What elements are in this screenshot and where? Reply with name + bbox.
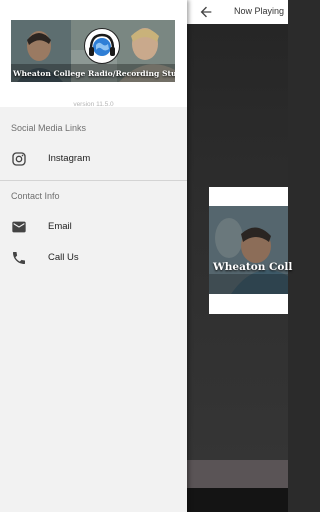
email-icon: [12, 221, 26, 233]
instagram-icon: [12, 152, 26, 166]
menu-item-label: Email: [48, 221, 72, 232]
station-artwork: [209, 206, 288, 294]
section-social-media: Social Media Links: [11, 123, 87, 133]
menu-item-instagram[interactable]: Instagram: [0, 144, 187, 174]
headphones-globe-icon: [89, 33, 115, 56]
artwork-photo: [209, 206, 288, 294]
station-card[interactable]: Wheaton Coll: [209, 187, 292, 314]
menu-item-label: Call Us: [48, 252, 79, 263]
menu-item-email[interactable]: Email: [0, 212, 187, 242]
navigation-drawer: Wheaton College Radio/Recording Studio v…: [0, 0, 187, 512]
header-image: Wheaton College Radio/Recording Studio: [11, 20, 175, 82]
version-label: version 11.5.0: [73, 101, 114, 108]
station-logo: [84, 28, 120, 64]
section-divider: [0, 180, 187, 181]
phone-icon: [13, 252, 25, 264]
menu-item-label: Instagram: [48, 153, 91, 164]
section-contact-info: Contact Info: [11, 191, 60, 201]
station-caption: Wheaton Coll: [213, 261, 293, 273]
header-caption: Wheaton College Radio/Recording Studio: [13, 69, 175, 78]
screen-title: Now Playing: [234, 6, 285, 16]
drawer-header: Wheaton College Radio/Recording Studio v…: [0, 0, 187, 108]
menu-item-call-us[interactable]: Call Us: [0, 243, 187, 273]
back-arrow-icon[interactable]: [198, 4, 214, 20]
